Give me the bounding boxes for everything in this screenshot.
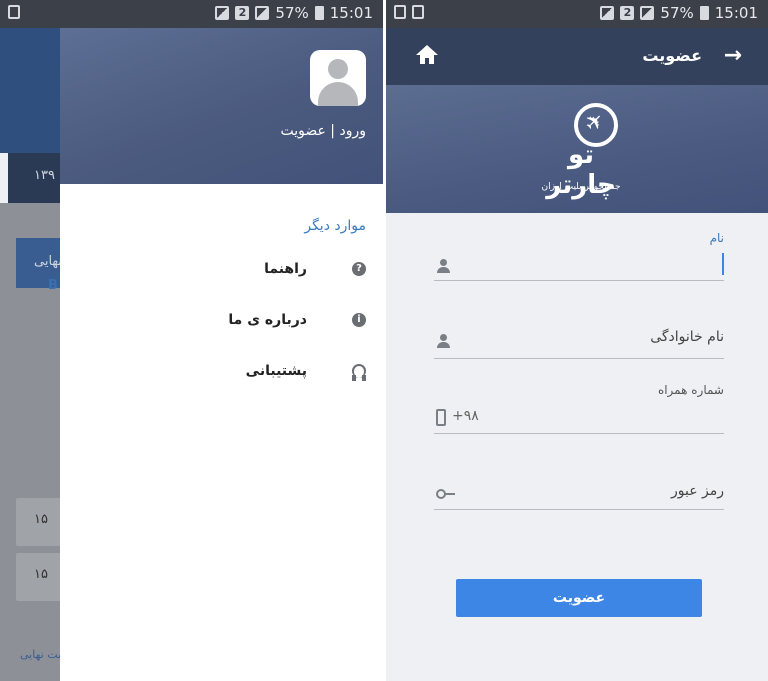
user-body-icon	[318, 82, 358, 106]
background-label: B	[48, 278, 58, 293]
gallery-icon	[394, 5, 406, 19]
battery-icon	[314, 6, 324, 20]
mobile-field[interactable]: شماره همراه +۹۸	[434, 383, 724, 435]
top-app-bar: عضویت →	[386, 28, 768, 85]
battery-icon	[699, 6, 709, 20]
home-icon[interactable]	[416, 45, 438, 67]
question-icon: ?	[352, 262, 366, 276]
menu-item-support[interactable]: پشتیبانی	[76, 356, 366, 386]
menu-item-label: درباره ی ما	[228, 312, 307, 328]
drawer-header: ورود | عضویت	[60, 28, 383, 184]
navigation-drawer: ورود | عضویت موارد دیگر ? راهنما i دربار…	[60, 28, 383, 681]
sim-icon: 2	[235, 6, 250, 20]
password-placeholder: رمز عبور	[670, 483, 724, 499]
menu-item-about[interactable]: i درباره ی ما	[76, 305, 366, 335]
country-code: +۹۸	[452, 408, 479, 424]
clock: 15:01	[329, 4, 373, 22]
status-bar: 2 57% 15:01	[0, 0, 383, 28]
background-tab-label: نهایی	[34, 254, 63, 269]
signal-icon	[640, 6, 655, 20]
clock: 15:01	[714, 4, 758, 22]
background-card-text: ۱۵	[34, 567, 48, 582]
first-name-label: نام	[709, 231, 724, 245]
back-arrow-icon[interactable]: →	[724, 43, 742, 68]
key-icon	[436, 489, 456, 499]
status-bar: 2 57% 15:01	[386, 0, 768, 28]
headphones-icon	[352, 364, 366, 381]
background-year: ۱۳۹	[34, 168, 55, 183]
sim-icon: 2	[620, 6, 635, 20]
mobile-label: شماره همراه	[657, 383, 724, 397]
signal-icon	[255, 6, 270, 20]
menu-item-help[interactable]: ? راهنما	[76, 254, 366, 284]
user-head-icon	[328, 59, 348, 79]
brand-banner: تو چارتر جستجوگر بلیت ارزان	[386, 85, 768, 213]
menu-item-label: راهنما	[264, 261, 307, 277]
phone-icon	[436, 409, 446, 426]
page-title: عضویت	[642, 46, 702, 65]
signal-icon	[600, 6, 615, 20]
notification-icon	[412, 5, 424, 19]
submit-button[interactable]: عضویت	[456, 579, 702, 617]
last-name-field[interactable]: نام خانوادگی	[434, 321, 724, 361]
menu-item-label: پشتیبانی	[245, 363, 307, 379]
person-icon	[436, 259, 452, 273]
brand-tagline: جستجوگر بلیت ارزان	[541, 182, 621, 192]
background-card-text: ۱۵	[34, 512, 48, 527]
signal-icon	[215, 6, 230, 20]
battery-percent: 57%	[275, 4, 309, 22]
password-field[interactable]: رمز عبور	[434, 479, 724, 511]
first-name-field[interactable]: نام	[434, 231, 724, 281]
signup-form: نام نام خانوادگی شماره همراه +۹۸ رمز عبو…	[386, 213, 768, 681]
avatar[interactable]	[310, 50, 366, 106]
person-icon	[436, 334, 452, 348]
section-title: موارد دیگر	[304, 218, 366, 234]
right-screen: 2 57% 15:01 عضویت → تو چارتر جستجوگر بلی…	[386, 0, 768, 681]
battery-percent: 57%	[660, 4, 694, 22]
login-register-link[interactable]: ورود | عضویت	[280, 123, 366, 139]
notification-icon	[8, 5, 20, 19]
info-icon: i	[352, 313, 366, 327]
last-name-placeholder: نام خانوادگی	[650, 329, 724, 345]
left-screen: 2 57% 15:01 ۱۳۹ نهایی B ۱۵ ۱۵ ست نهایی و…	[0, 0, 383, 681]
text-cursor	[722, 253, 724, 275]
